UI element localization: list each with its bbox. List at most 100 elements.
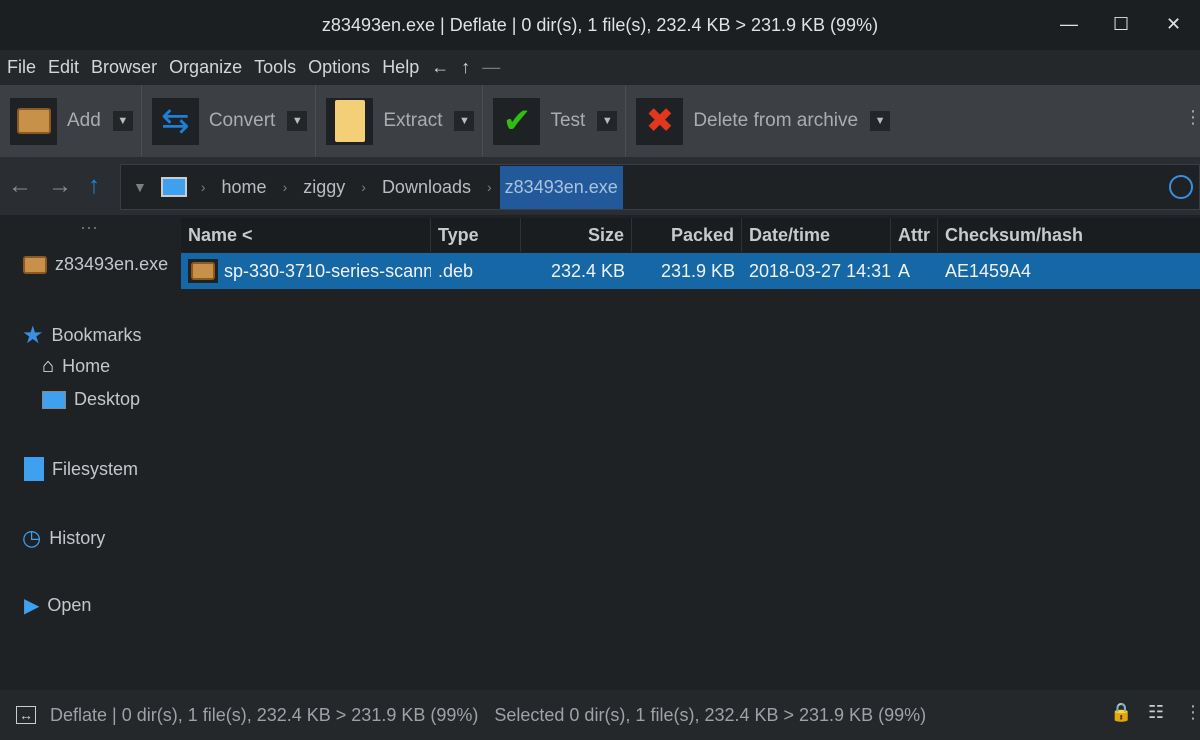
search-icon[interactable] [1169,175,1193,199]
column-name[interactable]: Name < [181,218,431,252]
toggle-panel-icon[interactable]: ↔ [16,706,36,724]
test-dropdown-chevron-icon[interactable]: ▼ [597,111,618,131]
back-arrow-icon[interactable]: ← [8,172,32,200]
file-list: Name < Type Size Packed Date/time Attr C… [181,218,1200,690]
convert-label: Convert [208,110,276,131]
archive-icon [23,255,47,274]
computer-icon[interactable] [160,177,187,197]
column-packed[interactable]: Packed [632,218,742,252]
star-icon: ★ [22,322,44,349]
delete-dropdown-chevron-icon[interactable]: ▼ [870,111,891,131]
sidebar: ··· z83493en.exe ★ Bookmarks ⌂ Home Deskto… [0,215,180,690]
filesystem-label: Filesystem [52,458,139,479]
menu-edit[interactable]: Edit [48,57,79,78]
extract-label: Extract [383,110,443,131]
history-label: History [49,527,106,548]
status-bar: ↔ Deflate | 0 dir(s), 1 file(s), 232.4 K… [0,690,1200,740]
toolbar-overflow-icon[interactable]: ⋮ [1184,107,1200,128]
lock-icon[interactable]: 🔒 [1110,702,1132,723]
minimize-button[interactable]: — [1060,14,1078,35]
history-dropdown-chevron-icon[interactable]: ▼ [133,179,147,195]
list-view-icon[interactable]: ☷ [1148,702,1164,723]
convert-dropdown-chevron-icon[interactable]: ▼ [287,111,308,131]
extract-dropdown-chevron-icon[interactable]: ▼ [454,111,475,131]
play-icon: ▶ [24,595,40,617]
cell-packed: 231.9 KB [660,260,735,281]
menu-options[interactable]: Options [308,57,370,78]
cell-size: 232.4 KB [550,260,625,281]
column-type[interactable]: Type [431,218,521,252]
column-size[interactable]: Size [521,218,632,252]
separator-chevron-icon: › [361,179,366,195]
convert-icon: ⇆ [151,97,199,145]
sidebar-item-filesystem[interactable]: Filesystem [24,457,138,481]
test-label: Test [550,110,586,131]
clock-icon: ◷ [22,525,42,550]
cell-attr: A [898,260,911,281]
sidebar-grip-icon: ··· [80,217,98,237]
menu-browser[interactable]: Browser [91,57,157,78]
sidebar-item-bookmarks[interactable]: ★ Bookmarks [22,321,142,350]
window-title: z83493en.exe | Deflate | 0 dir(s), 1 fil… [321,14,879,35]
sidebar-item-open[interactable]: ▶ Open [24,593,91,618]
menu-separator: — [482,57,501,77]
delete-x-icon: ✖ [636,97,684,145]
menu-help[interactable]: Help [382,57,419,78]
file-name: sp-330-3710-series-scann [224,260,431,281]
desktop-label: Desktop [74,389,141,409]
menu-bar: File Edit Browser Organize Tools Options… [0,50,1200,85]
column-attr[interactable]: Attr [891,218,938,252]
crumb-ziggy[interactable]: ziggy [303,177,345,198]
home-icon: ⌂ [42,355,55,377]
archive-label: z83493en.exe [55,254,169,274]
separator-chevron-icon: › [487,179,492,195]
open-label: Open [47,595,92,615]
add-dropdown-chevron-icon[interactable]: ▼ [112,111,133,131]
sidebar-item-archive[interactable]: z83493en.exe [23,254,168,275]
delete-button[interactable]: ✖ Delete from archive ▼ [626,85,898,157]
crumb-downloads[interactable]: Downloads [382,177,471,198]
add-button[interactable]: Add ▼ [0,85,142,157]
extract-icon [326,97,374,145]
crumb-home[interactable]: home [222,177,267,198]
toolbar: Add ▼ ⇆ Convert ▼ Extract ▼ ✔ Test ▼ ✖ D… [0,85,1200,157]
menu-back-icon[interactable]: ← [431,57,449,78]
bookmarks-label: Bookmarks [51,325,142,345]
test-checkmark-icon: ✔ [493,97,541,145]
sidebar-item-desktop[interactable]: Desktop [42,389,140,410]
extract-button[interactable]: Extract ▼ [316,85,484,157]
cell-checksum: AE1459A4 [945,260,1032,281]
test-button[interactable]: ✔ Test ▼ [483,85,627,157]
archive-icon [188,259,218,283]
menu-up-icon[interactable]: ↑ [461,57,470,78]
status-menu-icon[interactable]: ⋮ [1184,702,1200,723]
table-header: Name < Type Size Packed Date/time Attr C… [181,218,1200,252]
cell-type: .deb [438,260,474,281]
up-arrow-icon[interactable]: ↑ [88,172,100,200]
close-button[interactable]: ✕ [1166,14,1181,35]
delete-label: Delete from archive [693,110,859,131]
maximize-button[interactable]: ☐ [1113,14,1129,35]
status-info: Deflate | 0 dir(s), 1 file(s), 232.4 KB … [50,704,479,725]
sidebar-item-history[interactable]: ◷ History [22,525,105,551]
cell-datetime: 2018-03-27 14:31 [749,260,891,281]
title-bar: z83493en.exe | Deflate | 0 dir(s), 1 fil… [0,0,1200,50]
crumb-current[interactable]: z83493en.exe [499,165,623,209]
home-label: Home [62,356,111,376]
menu-organize[interactable]: Organize [169,57,242,78]
add-archive-icon [10,97,57,145]
sidebar-item-home[interactable]: ⌂ Home [42,355,110,378]
column-datetime[interactable]: Date/time [742,218,891,252]
menu-tools[interactable]: Tools [254,57,296,78]
drive-icon [24,457,44,481]
convert-button[interactable]: ⇆ Convert ▼ [142,85,317,157]
menu-file[interactable]: File [7,57,36,78]
desktop-icon [42,390,66,409]
table-row[interactable]: sp-330-3710-series-scann .deb 232.4 KB 2… [181,253,1200,289]
separator-chevron-icon: › [282,179,288,195]
add-label: Add [67,110,101,131]
column-checksum[interactable]: Checksum/hash [938,218,1200,252]
forward-arrow-icon[interactable]: → [48,172,72,200]
status-selected: Selected 0 dir(s), 1 file(s), 232.4 KB >… [494,704,927,725]
cell-name: sp-330-3710-series-scann [181,253,431,289]
